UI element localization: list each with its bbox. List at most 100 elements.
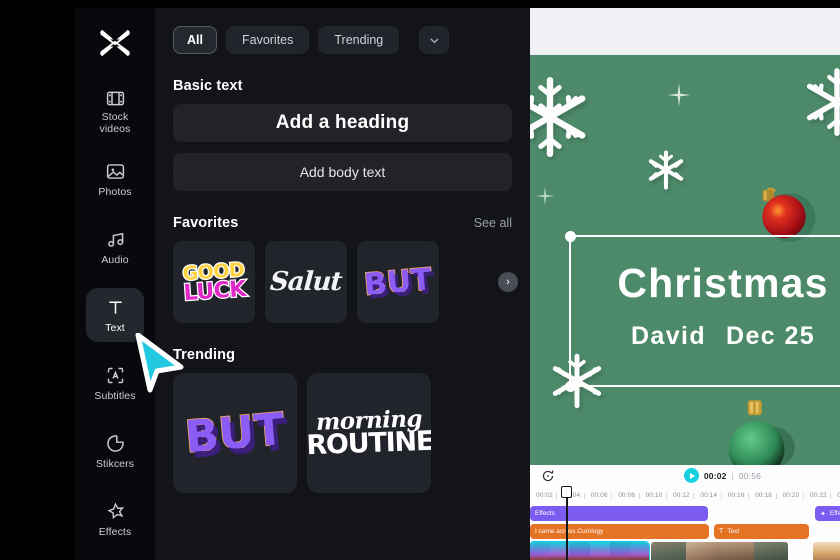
ruler-tick-mark bbox=[803, 493, 804, 499]
capcut-logo-icon[interactable] bbox=[98, 28, 132, 58]
video-canvas[interactable]: Christmas David Dec 25 bbox=[530, 55, 840, 465]
template-card-but[interactable]: BUT bbox=[357, 241, 439, 323]
timeline-clip[interactable] bbox=[530, 541, 650, 560]
ruler-tick-label: 00:12 bbox=[673, 492, 690, 499]
left-sidebar: Stock videos Photos Audio Text Subtitles… bbox=[75, 8, 155, 560]
add-heading-button[interactable]: Add a heading bbox=[173, 104, 512, 142]
tab-trending[interactable]: Trending bbox=[318, 26, 400, 54]
template-thumb-art: Salut bbox=[269, 267, 343, 297]
ruler-tick-mark bbox=[748, 493, 750, 499]
template-card-salut[interactable]: Salut bbox=[265, 241, 347, 323]
clip-frame bbox=[610, 542, 630, 560]
favorites-header: Favorites See all bbox=[173, 215, 512, 231]
overlay-subtitle-text: David Dec 25 bbox=[571, 322, 840, 351]
see-all-link[interactable]: See all bbox=[474, 216, 512, 230]
ruler-tick-label: 00:10 bbox=[645, 492, 663, 499]
sidebar-item-label: Audio bbox=[101, 253, 129, 266]
text-library-panel: All Favorites Trending Basic text Add a … bbox=[155, 8, 530, 560]
clip-frame bbox=[530, 542, 550, 560]
sidebar-item-label: Stock videos bbox=[99, 111, 131, 135]
ruler-tick-mark bbox=[556, 493, 558, 499]
clip-frame bbox=[813, 542, 840, 560]
template-thumb-art: morning ROUTINE bbox=[307, 405, 431, 461]
text-selection-frame[interactable]: Christmas David Dec 25 bbox=[564, 230, 840, 392]
sidebar-item-label: Stikcers bbox=[95, 457, 135, 470]
sidebar-item-audio[interactable]: Audio bbox=[86, 220, 144, 274]
current-time-label: 00:02 bbox=[703, 470, 727, 481]
tab-all[interactable]: All bbox=[173, 26, 217, 54]
sticker-icon bbox=[105, 433, 126, 455]
timeline-toolbar: 00:02 | 00:56 bbox=[530, 465, 840, 487]
chevron-down-icon[interactable] bbox=[419, 26, 450, 54]
resize-handle-bottom-left[interactable] bbox=[564, 380, 576, 392]
ruler-tick-label: 00:06 bbox=[590, 492, 608, 499]
timeline-clip[interactable]: T Text bbox=[714, 524, 809, 539]
clip-frame bbox=[754, 542, 788, 560]
panel-filter-tabs: All Favorites Trending bbox=[173, 8, 512, 54]
clip-label: Effects bbox=[535, 510, 555, 517]
sidebar-item-stickers[interactable]: Stikcers bbox=[86, 424, 144, 478]
thumb-line-2: LUCK bbox=[181, 275, 247, 307]
sidebar-item-label: Effects bbox=[98, 525, 132, 538]
timeline-clip[interactable]: Effects bbox=[530, 506, 708, 521]
ruler-tick-mark bbox=[666, 493, 667, 499]
ruler-tick-mark bbox=[775, 493, 777, 499]
text-t-icon bbox=[105, 297, 126, 319]
music-note-icon bbox=[105, 229, 126, 251]
ruler-tick-label: 00:02 bbox=[536, 492, 553, 499]
clip-label: Effects bbox=[829, 510, 840, 517]
add-body-text-button[interactable]: Add body text bbox=[173, 153, 512, 191]
snowflake-decoration bbox=[643, 147, 689, 198]
playback-status: 00:02 | 00:56 bbox=[530, 468, 840, 483]
clip-label: Text bbox=[727, 528, 740, 535]
overlay-date-text: Dec 25 bbox=[726, 322, 816, 350]
playhead-handle[interactable] bbox=[561, 486, 572, 498]
trending-header: Trending bbox=[173, 347, 512, 363]
timeline-panel: 00:02 | 00:56 00:0200:0400:0600:0800:100… bbox=[530, 465, 840, 560]
play-icon[interactable] bbox=[683, 468, 699, 483]
playhead[interactable] bbox=[561, 486, 572, 560]
timeline-ruler[interactable]: 00:0200:0400:0600:0800:1000:1200:1400:16… bbox=[530, 489, 840, 503]
snowflake-decoration bbox=[530, 71, 596, 168]
sparkle-star-icon bbox=[105, 501, 126, 523]
chevron-right-icon[interactable]: › bbox=[498, 272, 518, 292]
timeline-clip[interactable] bbox=[813, 542, 840, 560]
sidebar-item-stock-videos[interactable]: Stock videos bbox=[86, 84, 144, 138]
clip-frame bbox=[570, 542, 590, 560]
clip-frame bbox=[651, 542, 686, 560]
timeline-clip[interactable]: ✦ Effects bbox=[815, 506, 840, 521]
sidebar-item-label: Photos bbox=[98, 185, 132, 198]
trending-template-row: BUT morning ROUTINE bbox=[173, 373, 512, 493]
snowflake-decoration bbox=[798, 63, 840, 146]
resize-handle-top-left[interactable] bbox=[564, 230, 576, 242]
app-root: Stock videos Photos Audio Text Subtitles… bbox=[0, 0, 840, 560]
template-card-but-large[interactable]: BUT bbox=[173, 373, 297, 493]
template-thumb-art: BUT bbox=[362, 261, 434, 303]
text-t-icon: T bbox=[719, 528, 724, 535]
timeline-clip[interactable] bbox=[651, 542, 788, 560]
ruler-tick-mark bbox=[638, 493, 640, 499]
template-thumb-art: BUT bbox=[183, 402, 288, 463]
sidebar-item-label: Subtitles bbox=[94, 389, 136, 402]
tab-favorites[interactable]: Favorites bbox=[225, 26, 310, 54]
time-separator: | bbox=[731, 470, 734, 481]
image-icon bbox=[105, 161, 126, 183]
star-sparkle-icon bbox=[666, 82, 692, 113]
template-card-morning-routine[interactable]: morning ROUTINE bbox=[307, 373, 431, 493]
sidebar-item-photos[interactable]: Photos bbox=[86, 152, 144, 206]
timeline-track-effects: Effects ✦ Effects bbox=[530, 506, 840, 521]
ruler-tick-mark bbox=[693, 493, 695, 499]
ruler-tick-label: 00:22 bbox=[810, 492, 827, 499]
clip-frame bbox=[720, 542, 754, 560]
ruler-tick-label: 00:08 bbox=[618, 492, 635, 499]
overlay-name-text: David bbox=[630, 322, 707, 350]
captions-icon bbox=[105, 365, 126, 387]
ruler-tick-mark bbox=[583, 493, 585, 499]
sidebar-item-effects[interactable]: Effects bbox=[86, 492, 144, 546]
timeline-track-media bbox=[530, 541, 840, 560]
template-card-good-luck[interactable]: GOOD LUCK bbox=[173, 241, 255, 323]
ruler-tick-mark bbox=[830, 493, 832, 499]
section-title: Basic text bbox=[173, 78, 243, 94]
sidebar-item-label: Text bbox=[105, 321, 125, 334]
timeline-clip[interactable]: I came across Curology bbox=[530, 524, 709, 539]
